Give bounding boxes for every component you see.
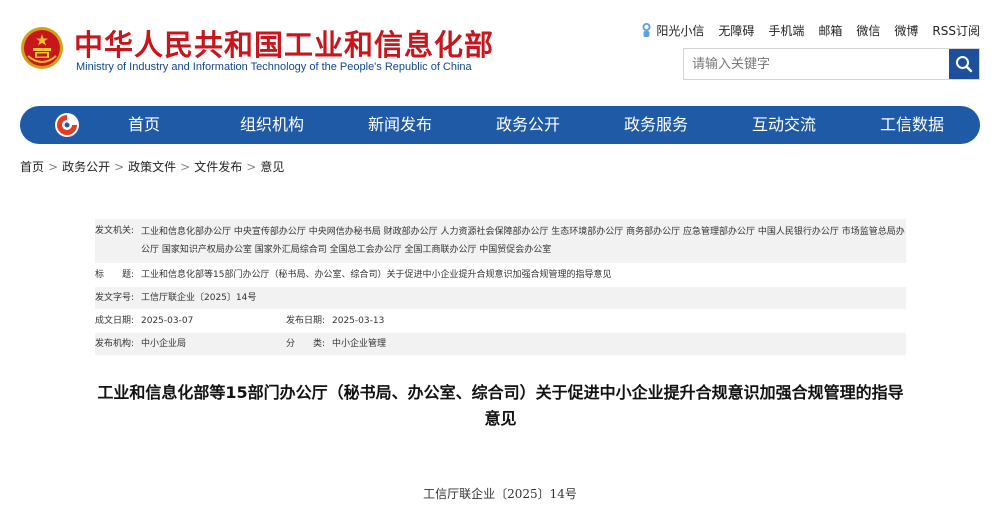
site-title-english: Ministry of Industry and Information Tec… bbox=[76, 61, 472, 73]
mascot-icon bbox=[642, 23, 651, 37]
article-doc-number: 工信厅联企业〔2025〕14号 bbox=[423, 487, 577, 501]
nav-government-affairs[interactable]: 政务公开 bbox=[464, 106, 592, 144]
document-meta-table: 发文机关: 工业和信息化部办公厅 中央宣传部办公厅 中央网信办秘书局 财政部办公… bbox=[95, 219, 906, 356]
link-weibo[interactable]: 微博 bbox=[894, 22, 918, 39]
meta-docno-value: 工信厅联企业〔2025〕14号 bbox=[141, 292, 257, 303]
link-wechat[interactable]: 微信 bbox=[856, 22, 880, 39]
meta-issuer-value: 工业和信息化部办公厅 中央宣传部办公厅 中央网信办秘书局 财政部办公厅 人力资源… bbox=[141, 227, 905, 255]
breadcrumb-separator: > bbox=[114, 160, 125, 174]
nav-interaction[interactable]: 互动交流 bbox=[720, 106, 848, 144]
meta-org-value: 中小企业局 bbox=[141, 338, 187, 349]
breadcrumb-home[interactable]: 首页 bbox=[20, 160, 44, 174]
breadcrumb-separator: > bbox=[180, 160, 191, 174]
meta-label: 发布机构: bbox=[95, 338, 135, 349]
link-sunshine-label: 阳光小信 bbox=[656, 24, 705, 38]
meta-row-docno: 发文字号: 工信厅联企业〔2025〕14号 bbox=[95, 287, 906, 310]
meta-row-dates: 成文日期: 2025-03-07 发布日期: 2025-03-13 bbox=[95, 310, 906, 333]
meta-label: 成文日期: bbox=[95, 315, 135, 326]
link-mail[interactable]: 邮箱 bbox=[818, 22, 842, 39]
article-title: 工业和信息化部等15部门办公厅（秘书局、办公室、综合司）关于促进中小企业提升合规… bbox=[97, 383, 904, 428]
nav-organization[interactable]: 组织机构 bbox=[208, 106, 336, 144]
link-accessibility[interactable]: 无障碍 bbox=[718, 22, 754, 39]
breadcrumb-opinion[interactable]: 意见 bbox=[260, 160, 284, 174]
nav-services[interactable]: 政务服务 bbox=[592, 106, 720, 144]
site-header: 中华人民共和国工业和信息化部 Ministry of Industry and … bbox=[0, 0, 1000, 100]
search-icon bbox=[956, 56, 973, 73]
search-button[interactable] bbox=[949, 49, 979, 79]
meta-row-issuer: 发文机关: 工业和信息化部办公厅 中央宣传部办公厅 中央网信办秘书局 财政部办公… bbox=[95, 219, 906, 264]
main-nav: 首页 组织机构 新闻发布 政务公开 政务服务 互动交流 工信数据 bbox=[20, 106, 980, 144]
miit-logo-icon[interactable] bbox=[54, 112, 80, 138]
meta-row-title: 标 题: 工业和信息化部等15部门办公厅（秘书局、办公室、综合司）关于促进中小企… bbox=[95, 264, 906, 287]
nav-data[interactable]: 工信数据 bbox=[848, 106, 976, 144]
meta-row-org: 发布机构: 中小企业局 分 类: 中小企业管理 bbox=[95, 333, 906, 356]
meta-label: 发布日期: bbox=[286, 315, 326, 326]
breadcrumb-separator: > bbox=[246, 160, 257, 174]
nav-home[interactable]: 首页 bbox=[80, 106, 208, 144]
breadcrumb: 首页 > 政务公开 > 政策文件 > 文件发布 > 意见 bbox=[20, 158, 284, 175]
meta-created-value: 2025-03-07 bbox=[141, 315, 194, 326]
link-rss[interactable]: RSS订阅 bbox=[932, 22, 980, 39]
top-links: 阳光小信 无障碍 手机端 邮箱 微信 微博 RSS订阅 bbox=[640, 22, 980, 39]
meta-category-value: 中小企业管理 bbox=[332, 338, 387, 349]
search-input[interactable] bbox=[684, 49, 949, 79]
search-box bbox=[683, 48, 980, 80]
nav-news[interactable]: 新闻发布 bbox=[336, 106, 464, 144]
link-mobile[interactable]: 手机端 bbox=[768, 22, 804, 39]
link-sunshine[interactable]: 阳光小信 bbox=[640, 22, 704, 39]
national-emblem-icon[interactable] bbox=[20, 26, 64, 70]
meta-label: 标 题: bbox=[95, 269, 135, 280]
meta-published-value: 2025-03-13 bbox=[332, 315, 385, 326]
meta-title-value: 工业和信息化部等15部门办公厅（秘书局、办公室、综合司）关于促进中小企业提升合规… bbox=[141, 269, 612, 280]
breadcrumb-separator: > bbox=[48, 160, 59, 174]
breadcrumb-government-affairs[interactable]: 政务公开 bbox=[62, 160, 110, 174]
meta-label: 发文机关: bbox=[95, 226, 135, 236]
meta-label: 分 类: bbox=[286, 338, 326, 349]
breadcrumb-policy-files[interactable]: 政策文件 bbox=[128, 160, 176, 174]
site-title[interactable]: 中华人民共和国工业和信息化部 bbox=[74, 22, 494, 64]
breadcrumb-file-release[interactable]: 文件发布 bbox=[194, 160, 242, 174]
meta-label: 发文字号: bbox=[95, 292, 135, 303]
